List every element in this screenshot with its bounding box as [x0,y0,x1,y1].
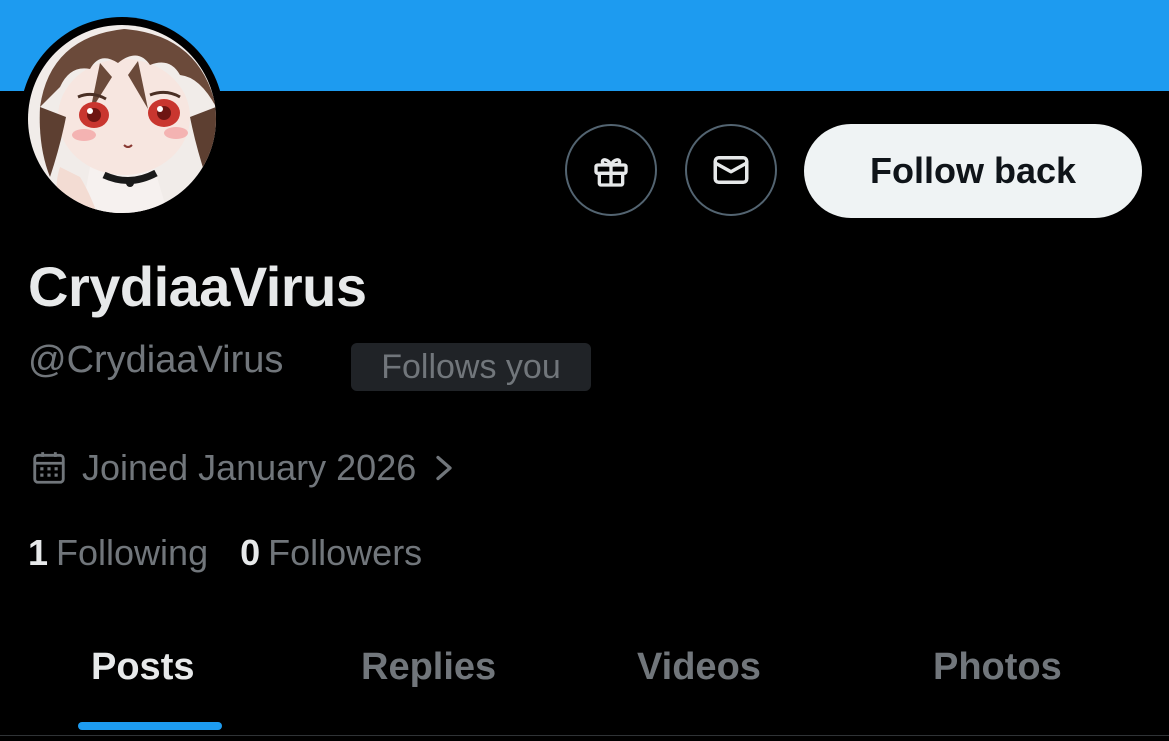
followers-label: Followers [268,532,423,573]
gift-icon [594,158,628,187]
joined-text: Joined January 2026 [82,447,417,488]
followers-count: 0 [240,532,261,573]
avatar[interactable] [20,17,224,221]
tab-replies[interactable]: Replies [361,640,496,694]
message-button[interactable] [685,124,777,216]
envelope-icon [713,156,749,184]
tab-videos[interactable]: Videos [637,640,761,694]
user-handle: @CrydiaaVirus [28,339,284,381]
calendar-icon [33,452,65,484]
follow-back-button[interactable]: Follow back [804,124,1142,218]
follows-you-badge: Follows you [351,343,591,391]
gift-button[interactable] [565,124,657,216]
tabs-divider [0,735,1169,736]
tab-photos[interactable]: Photos [933,640,1062,694]
following-count: 1 [28,532,49,573]
joined-date[interactable]: Joined January 2026 [30,446,456,490]
tab-posts[interactable]: Posts [91,640,194,694]
display-name: CrydiaaVirus [28,255,367,318]
following-link[interactable]: 1 Following [28,532,208,574]
following-label: Following [56,532,209,573]
active-tab-indicator [78,722,222,730]
followers-link[interactable]: 0 Followers [240,532,422,574]
follow-stats: 1 Following 0 Followers [28,530,422,576]
profile-page: Follow back CrydiaaVirus @CrydiaaVirus F… [0,0,1169,741]
chevron-right-icon [436,455,452,481]
avatar-image [22,19,222,219]
